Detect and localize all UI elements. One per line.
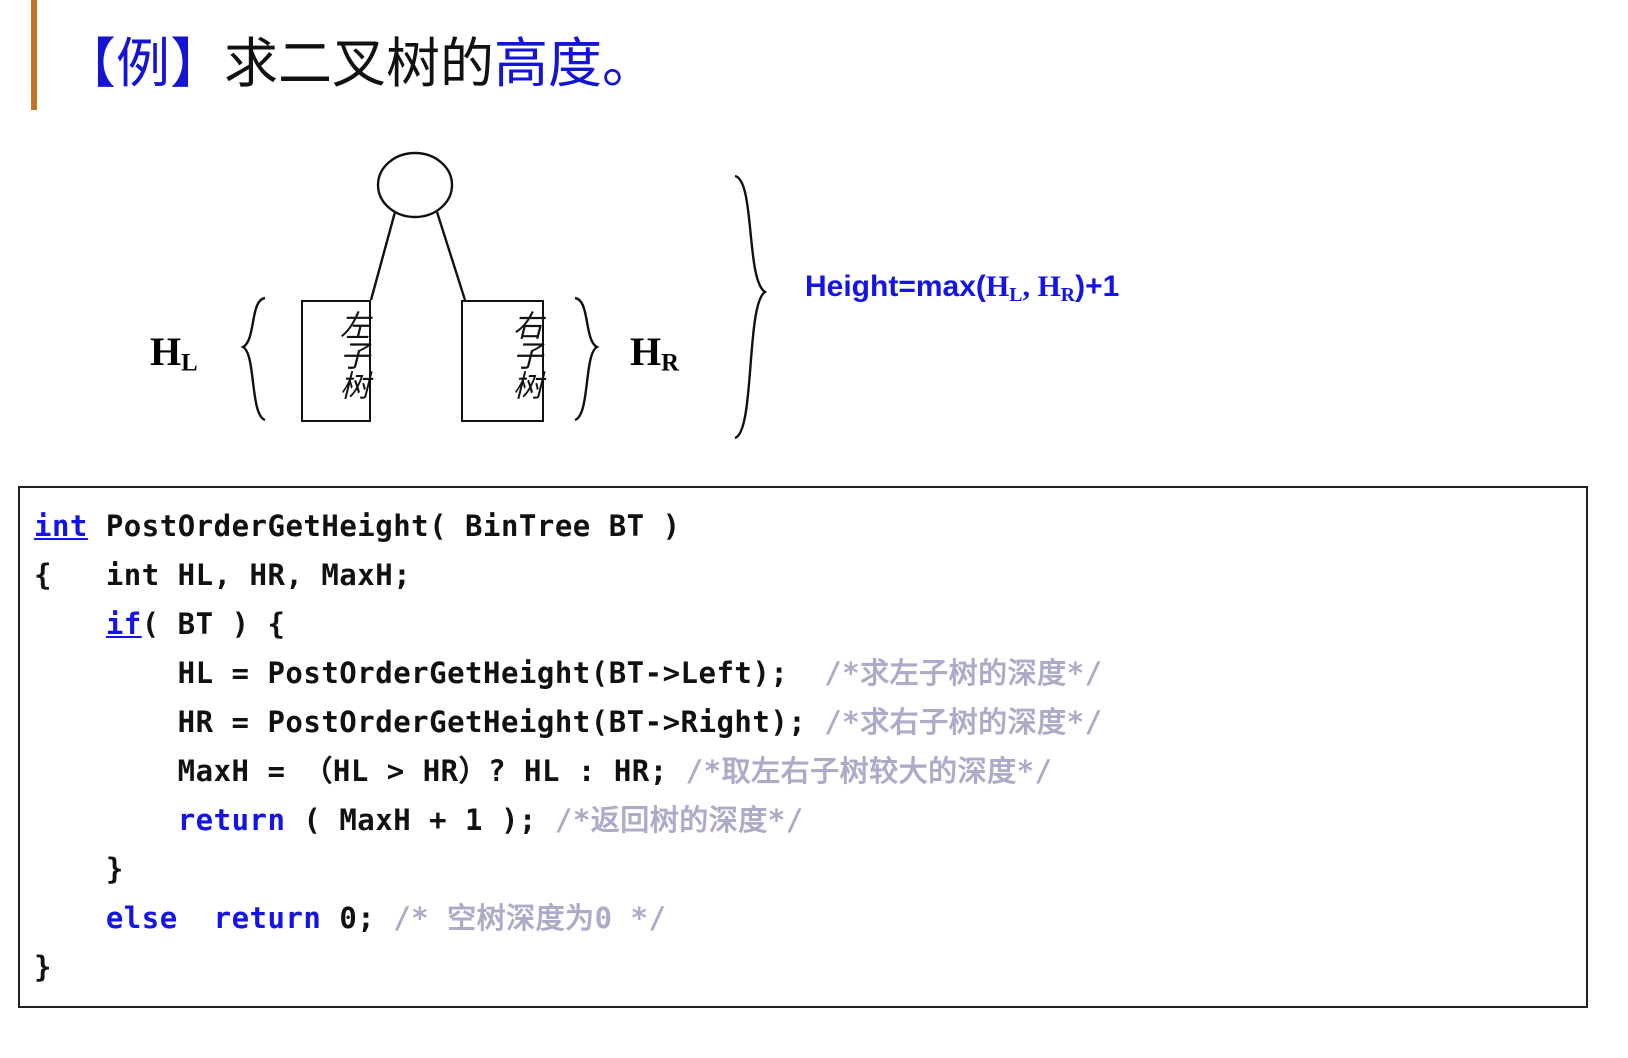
code-text: PostOrderGetHeight( BinTree BT ) (87, 509, 681, 543)
root-node-ellipse (376, 151, 454, 219)
height-right-label: HR (630, 329, 680, 377)
code-keyword: else (105, 901, 178, 935)
code-text: } (34, 950, 52, 984)
formula-h-right: H (1037, 270, 1061, 303)
page-title: 【例】求二叉树的高度。 (62, 28, 656, 100)
brace-right-subtree (574, 296, 600, 422)
code-line: HR = PostOrderGetHeight(BT->Right); /*求右… (34, 698, 1586, 747)
title-highlight-text: 高度。 (494, 32, 656, 95)
code-line: MaxH = （HL > HR）? HL : HR; /*取左右子树较大的深度*… (34, 747, 1586, 796)
code-block-container: int PostOrderGetHeight( BinTree BT ) { in… (18, 486, 1588, 1008)
code-keyword: return (177, 803, 286, 837)
code-keyword: if (105, 607, 142, 641)
code-comment: /*取左右子树较大的深度*/ (685, 754, 1053, 788)
code-line: int PostOrderGetHeight( BinTree BT ) (34, 502, 1586, 551)
brace-total-height (734, 174, 768, 440)
height-left-label: HL (150, 329, 198, 377)
code-line: } (34, 943, 1586, 992)
formula-separator: , (1022, 270, 1038, 303)
formula-h-left: H (985, 270, 1010, 303)
code-text: ( MaxH + 1 ); (285, 803, 555, 837)
code-comment: /*求右子树的深度*/ (824, 705, 1103, 739)
formula-suffix: )+1 (1075, 270, 1120, 303)
code-text: } (34, 852, 124, 886)
code-text: ( BT ) { (141, 607, 286, 641)
code-line: { int HL, HR, MaxH; (34, 551, 1586, 600)
code-text: 0; (321, 901, 394, 935)
title-accent-bar (31, 0, 37, 110)
code-text: HR = PostOrderGetHeight(BT->Right); (34, 705, 825, 739)
code-line: } (34, 845, 1586, 894)
title-example-bracket: 【例】 (62, 32, 224, 95)
code-text: MaxH = （HL > HR）? HL : HR; (34, 754, 686, 788)
brace-left-subtree (240, 296, 266, 422)
code-keyword: return (213, 901, 322, 935)
code-line: else return 0; /* 空树深度为0 */ (34, 894, 1586, 943)
code-line: HL = PostOrderGetHeight(BT->Left); /*求左子… (34, 649, 1586, 698)
left-subtree-box: 左子树 (301, 300, 371, 422)
code-line: if( BT ) { (34, 600, 1586, 649)
code-comment: /*求左子树的深度*/ (824, 656, 1103, 690)
edge-to-right-subtree (435, 211, 467, 301)
code-text: { int HL, HR, MaxH; (34, 558, 412, 592)
code-text: HL = PostOrderGetHeight(BT->Left); (34, 656, 825, 690)
code-comment: /* 空树深度为0 */ (393, 901, 667, 935)
code-line: return ( MaxH + 1 ); /*返回树的深度*/ (34, 796, 1586, 845)
left-subtree-label: 左子树 (334, 310, 369, 400)
formula-h-right-sub: R (1060, 283, 1076, 306)
code-comment: /*返回树的深度*/ (554, 803, 804, 837)
source-code: int PostOrderGetHeight( BinTree BT ) { in… (34, 502, 1586, 992)
edge-to-left-subtree (369, 211, 397, 301)
right-subtree-label: 右子树 (507, 310, 542, 400)
formula-h-left-sub: L (1009, 283, 1023, 306)
formula-prefix: Height=max( (805, 270, 986, 303)
right-subtree-box: 右子树 (461, 300, 544, 422)
code-keyword: int (34, 509, 88, 543)
height-formula: Height=max(HL, HR)+1 (805, 270, 1119, 307)
title-main-text: 求二叉树的 (224, 32, 494, 95)
